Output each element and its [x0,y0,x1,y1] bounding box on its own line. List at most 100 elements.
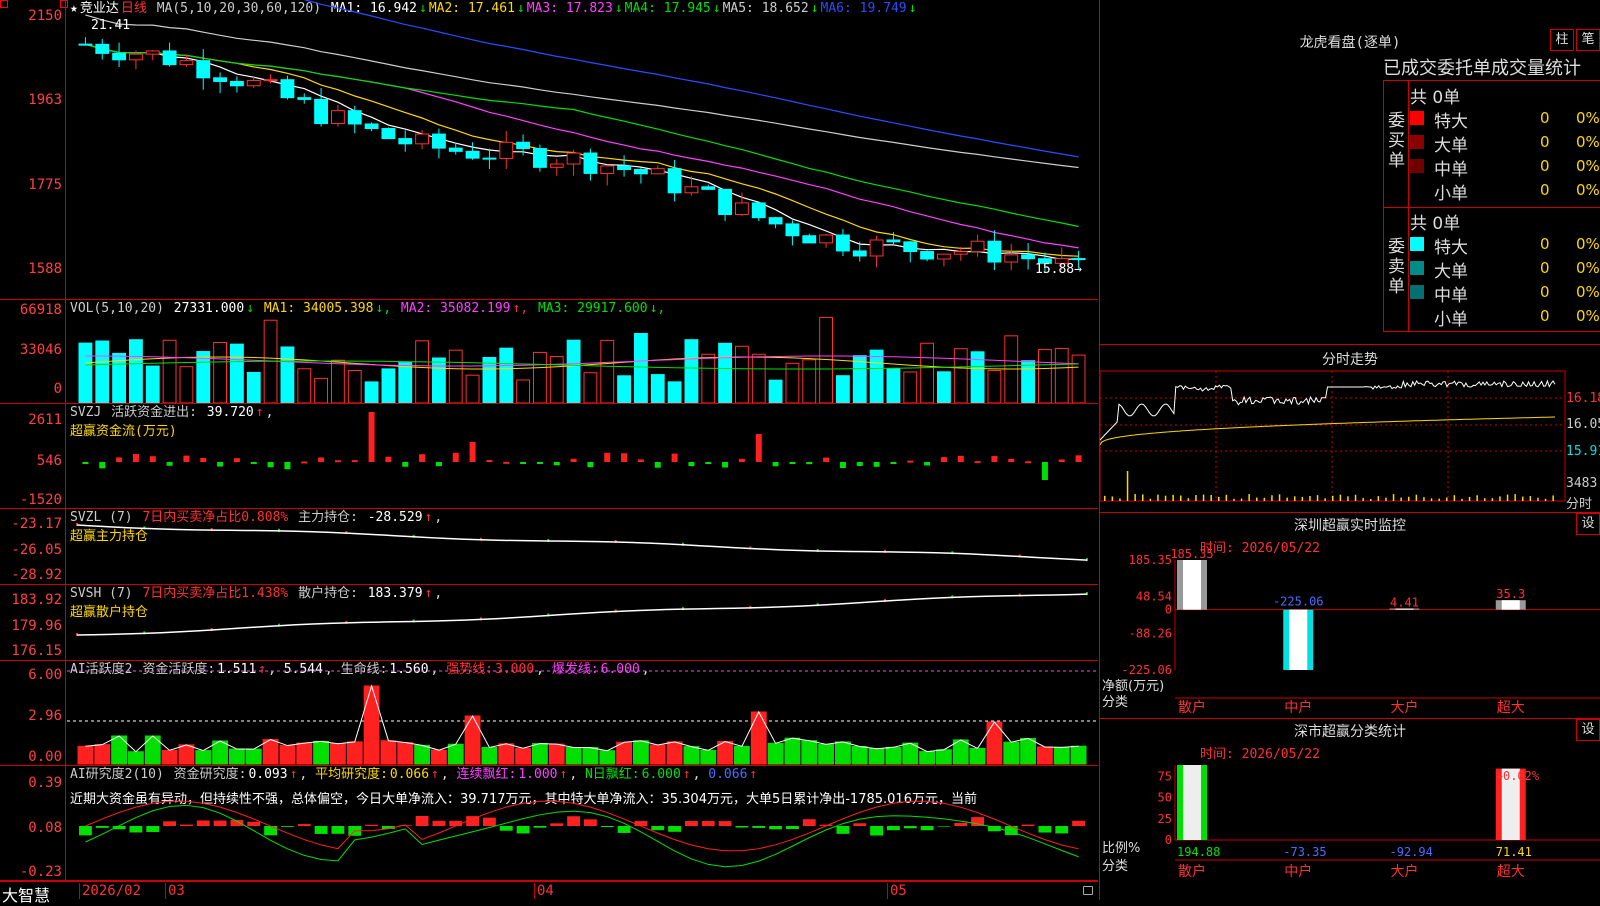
svzj-tick: 546 [36,453,62,469]
kline-chart[interactable] [67,0,1097,299]
ai-active-tick: 0.00 [28,749,62,765]
volume-tick: 0 [53,381,62,397]
candle-body [246,79,261,87]
research-bar [432,820,446,826]
svsh-tick: 176.15 [11,643,62,659]
svzl-panel[interactable]: -23.17 -26.05 -28.92 SVZL (7) 7日内买卖净占比0.… [0,509,1098,585]
flow-bar [183,455,190,462]
activity-bar [431,749,447,765]
volume-bar [331,359,345,403]
flow-bar [267,462,274,468]
volume-bar [869,349,884,403]
ai-research-chart[interactable] [67,766,1097,880]
svsh-panel[interactable]: 183.92 179.96 176.15 SVSH (7) 7日内买卖净占比1.… [0,585,1098,661]
candle-body [95,43,110,54]
volume-bar [179,366,194,403]
research-bar [180,824,193,826]
intraday-chart[interactable] [1100,345,1600,511]
dragon-title: 龙虎看盘(逐单) [1299,35,1401,51]
flow-bar [82,462,89,464]
sz-monitor-chart[interactable]: 185.35 48.540 -88.26 -225.06 净额(万元)分类 185.35 散… [1100,513,1600,718]
candle-body [667,168,682,194]
candle-body [768,217,783,225]
candle-body [499,141,514,159]
research-bar [617,826,631,833]
flow-bar [722,462,729,468]
flow-bar [250,462,257,464]
intraday-volume-bar [1225,494,1228,501]
flow-bar [940,457,947,462]
intraday-volume-bar [1491,498,1494,501]
research-bar [701,821,715,826]
research-bar [213,820,227,826]
activity-bar [532,743,548,765]
volume-bar [718,342,733,403]
candle-body [634,168,648,175]
volume-bar [230,343,244,403]
flow-bar [755,434,762,462]
monitor-bar-highlight [1183,560,1201,610]
flow-bar [435,462,442,467]
sz-class-panel[interactable]: 深市超赢分类统计 设 时间: 2026/05/22 75 50 25 0 比例% 分类 19… [1099,718,1600,900]
bar-value-label: 185.35 [1170,547,1213,561]
intraday-volume-bar [1286,497,1288,501]
volume-bar [516,379,530,403]
volume-bar [162,339,177,403]
intraday-volume-bar [1499,496,1501,501]
volume-tick: 66918 [19,302,62,318]
sz-class-chart[interactable]: 75 50 25 0 比例% 分类 194.88 散户 -73.35 中户 -92.94 大户 71.4… [1100,719,1600,900]
ai-active-panel[interactable]: 6.00 2.96 0.00 AI活跃度2 资金活跃度: 1.511 ↑, 5.54… [0,661,1098,766]
activity-bar [1020,737,1037,765]
intraday-volume-bar [1514,494,1516,501]
volume-panel[interactable]: 66918 33046 0 VOL(5,10,20) 27331.000 ↓ MA… [0,300,1098,404]
flow-bar [705,462,712,464]
bar-value-label: 35.3 [1496,587,1525,601]
research-bar [1038,826,1052,833]
svzj-tick: -1520 [19,492,62,508]
ma-line [303,0,1079,158]
svzj-panel[interactable]: 2611 546 -1520 SVZJ 活跃资金进出: 39.720 ↑, 超赢资… [0,404,1098,509]
flow-bar [469,442,476,462]
research-bar [247,821,261,826]
candle-body [903,241,918,253]
order-row: 特大 0 0% [1410,107,1600,132]
ai-active-chart[interactable] [67,661,1097,765]
intraday-volume-bar [1370,498,1372,501]
intraday-volume-bar [1347,496,1349,501]
bar-view-button[interactable]: 柱 [1550,29,1574,51]
category-label: 中户 [1284,699,1312,716]
activity-bar [919,751,936,765]
price-tick: 1588 [28,261,62,277]
volume-bar [937,371,951,403]
intraday-volume-bar [1453,495,1456,501]
research-bar [903,826,917,829]
research-bar [735,826,749,828]
research-bar [483,817,496,826]
activity-bar [666,741,683,765]
svzj-chart[interactable] [67,404,1097,508]
volume-chart[interactable] [67,300,1097,403]
svzl-chart[interactable] [67,509,1097,584]
intraday-volume-bar [1164,495,1167,501]
intraday-price-line [1100,379,1556,441]
kline-price-axis: 2150 1963 1775 1588 [0,0,66,299]
candle-body [415,133,429,145]
intraday-volume-bar [1294,496,1296,501]
activity-bar [161,749,178,765]
ai-research-panel[interactable]: 0.39 0.08 -0.23 AI研究度2(10) 资金研究度: 0.093 ↑,… [0,766,1098,881]
activity-bar [969,747,986,765]
intraday-volume-bar [1248,494,1250,501]
flow-bar [301,461,308,464]
intraday-volume-bar [1218,496,1220,501]
activity-bar [868,748,885,765]
kline-panel[interactable]: 2150 1963 1775 1588 ★ 竞业达 日线 MA(5,10,20,30… [0,0,1098,300]
candle-body [162,50,177,66]
activity-bar [397,742,414,765]
sz-monitor-panel[interactable]: 深圳超赢实时监控 设 时间: 2026/05/22 185.35 48.54 0 -8… [1099,512,1600,718]
svsh-chart[interactable] [67,585,1097,660]
research-bar [1072,820,1085,826]
price-tick: 1775 [28,177,62,193]
tick-view-button[interactable]: 笔 [1576,29,1600,51]
lock-icon[interactable] [1083,886,1093,895]
intraday-panel[interactable]: 分时走势 16.18 16.05 15.91 3483 分时 [1099,345,1600,512]
